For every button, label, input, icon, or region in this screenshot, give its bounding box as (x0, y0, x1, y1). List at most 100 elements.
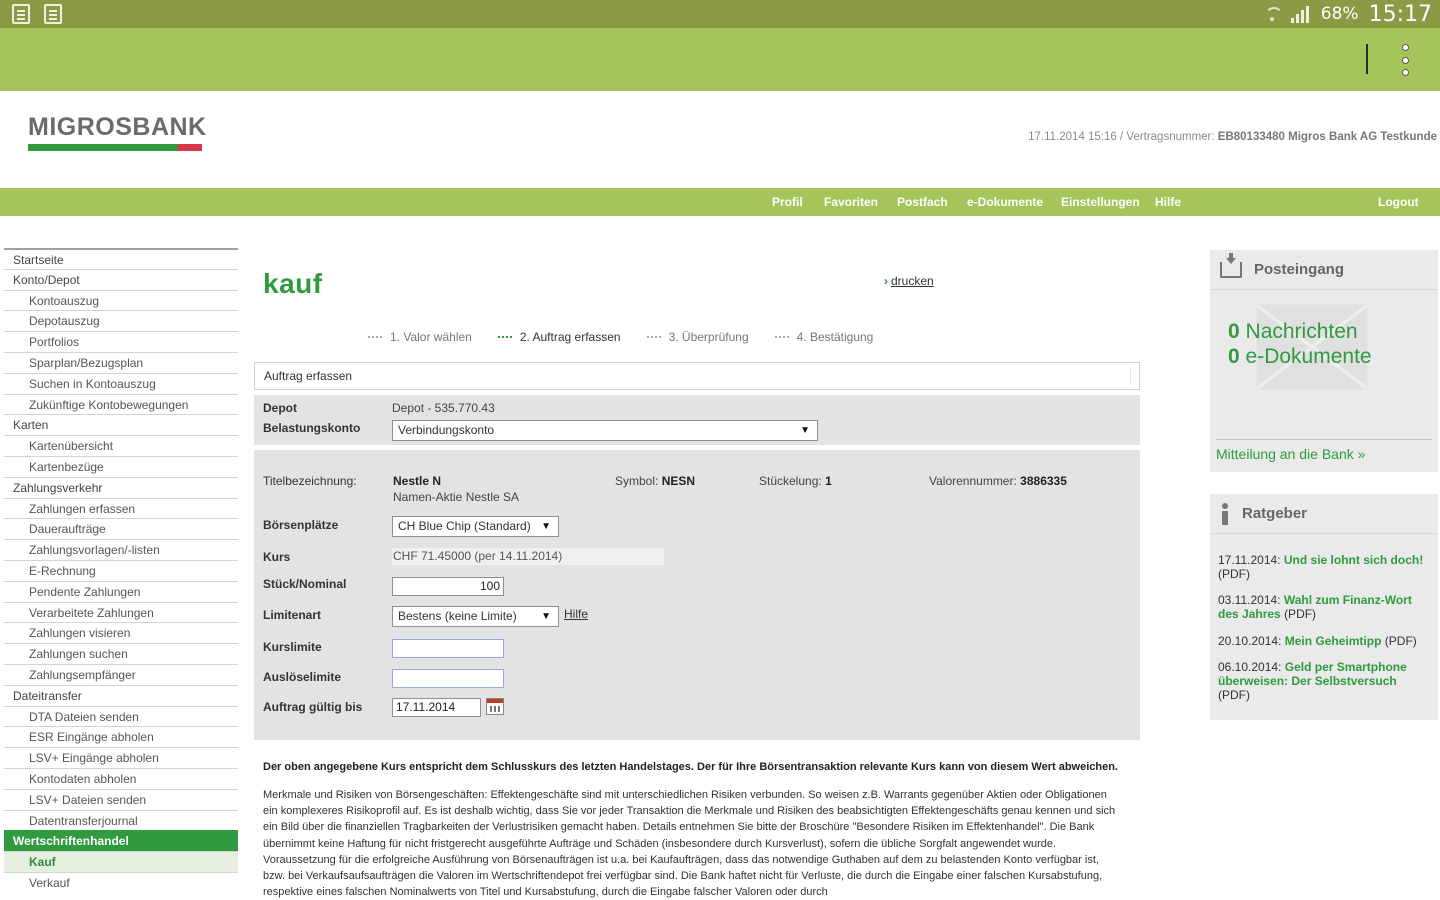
stueckelung-value: 1 (825, 474, 832, 488)
step-label: 4. Bestätigung (796, 330, 874, 344)
sidebar-item-zahlungen-visieren[interactable]: Zahlungen visieren (4, 622, 238, 643)
gueltig-bis-label: Auftrag gültig bis (263, 700, 363, 714)
sidebar-item-zahlungen-erfassen[interactable]: Zahlungen erfassen (4, 497, 238, 519)
stueckelung: Stückelung: 1 (759, 474, 832, 488)
ratgeber-item[interactable]: 20.10.2014: Mein Geheimtipp (PDF) (1218, 634, 1432, 648)
sidebar-item-zahlungsvorlagen-listen[interactable]: Zahlungsvorlagen/-listen (4, 539, 238, 560)
symbol-label: Symbol: (615, 474, 659, 488)
sidebar-item-datentransferjournal[interactable]: Datentransferjournal (4, 809, 238, 831)
sidebar-navigation: Startseite Konto/Depot Kontoauszug Depotaus… (4, 248, 238, 893)
sidebar-item-zahlungsverkehr[interactable]: Zahlungsverkehr (4, 476, 238, 498)
dokumente-count[interactable]: 0 e-Dokumente (1228, 345, 1372, 369)
boersenplaetze-select[interactable]: CH Blue Chip (Standard) ▼ (392, 516, 559, 537)
sidebar-item-kontoauszug[interactable]: Kontoauszug (4, 289, 238, 311)
battery-level: 68% (1320, 4, 1359, 24)
news-title: Und sie lohnt sich doch! (1283, 553, 1424, 567)
nav-einstellungen[interactable]: Einstellungen (1061, 195, 1140, 209)
step-auftrag-erfassen: 2. Auftrag erfassen (497, 330, 621, 344)
dropdown-arrow-icon: ▼ (541, 521, 551, 532)
session-date-contract-label: 17.11.2014 15:16 / Vertragsnummer: (1028, 131, 1215, 143)
nav-profil[interactable]: Profil (772, 195, 803, 209)
news-suffix: (PDF) (1218, 567, 1250, 581)
sidebar-item-zahlungsempfanger[interactable]: Zahlungsempfänger (4, 663, 238, 685)
inbox-download-icon (1220, 252, 1242, 278)
sidebar-item-wertschriftenhandel[interactable]: Wertschriftenhandel (4, 830, 238, 852)
notification-icon (12, 4, 30, 24)
sidebar-item-pendente-zahlungen[interactable]: Pendente Zahlungen (4, 580, 238, 602)
sidebar-item-lsv-eingange-abholen[interactable]: LSV+ Eingänge abholen (4, 747, 238, 768)
titel-label: Titelbezeichnung: (263, 474, 357, 488)
step-valor-waehlen: 1. Valor wählen (368, 330, 472, 344)
nav-postfach[interactable]: Postfach (897, 195, 948, 209)
nav-favoriten[interactable]: Favoriten (824, 195, 878, 209)
clock: 15:17 (1368, 1, 1432, 27)
sidebar-item-dta-dateien-senden[interactable]: DTA Dateien senden (4, 705, 238, 727)
ratgeber-item[interactable]: 03.11.2014: Wahl zum Finanz-Wort des Jah… (1218, 593, 1432, 621)
belastungskonto-value: Verbindungskonto (398, 423, 495, 437)
step-dots (368, 336, 382, 338)
sidebar-item-depotauszug[interactable]: Depotauszug (4, 310, 238, 331)
page-title: kauf (263, 268, 323, 299)
risk-disclaimer: Merkmale und Risiken von Börsengeschäfte… (263, 789, 1116, 899)
order-panel: Titelbezeichnung: Nestle N Namen-Aktie N… (254, 450, 1140, 740)
sidebar-item-portfolios[interactable]: Portfolios (4, 331, 238, 352)
sidebar-item-karten[interactable]: Karten (4, 414, 238, 435)
sidebar-item-verarbeitete-zahlungen[interactable]: Verarbeitete Zahlungen (4, 601, 238, 623)
sidebar-item-zukunftige-kontobewegungen[interactable]: Zukünftige Kontobewegungen (4, 393, 238, 415)
overflow-menu-icon[interactable] (1400, 45, 1410, 75)
print-link[interactable]: › drucken (884, 274, 934, 288)
belastungskonto-label: Belastungskonto (263, 421, 361, 435)
sidebar-item-kontodaten-abholen[interactable]: Kontodaten abholen (4, 767, 238, 789)
dropdown-arrow-icon: ▼ (541, 611, 551, 622)
sidebar-item-suchen-in-kontoauszug[interactable]: Suchen in Kontoauszug (4, 372, 238, 394)
nachrichten-count[interactable]: 0 Nachrichten (1228, 320, 1358, 344)
migrosbank-logo[interactable]: MIGROSBANK (28, 113, 207, 154)
sidebar-item-kartenbezuge[interactable]: Kartenbezüge (4, 455, 238, 477)
sidebar-item-kartenubersicht[interactable]: Kartenübersicht (4, 435, 238, 456)
boersenplaetze-label: Börsenplätze (263, 518, 339, 532)
dokumente-label: e-Dokumente (1245, 345, 1372, 368)
nav-logout[interactable]: Logout (1378, 195, 1419, 209)
belastungskonto-select[interactable]: Verbindungskonto ▼ (392, 420, 818, 441)
sidebar-item-startseite[interactable]: Startseite (4, 248, 238, 269)
nachrichten-number: 0 (1228, 320, 1240, 343)
kurslimite-input[interactable] (392, 639, 504, 658)
sidebar-item-dauerauftrage[interactable]: Daueraufträge (4, 518, 238, 539)
sidebar-item-esr-eingange-abholen[interactable]: ESR Eingänge abholen (4, 726, 238, 747)
section-header: Auftrag erfassen (254, 362, 1140, 390)
sidebar-item-verkauf[interactable]: Verkauf (4, 871, 238, 893)
stueck-nominal-label: Stück/Nominal (263, 577, 347, 591)
gueltig-bis-input[interactable]: 17.11.2014 (392, 698, 481, 717)
sidebar-item-zahlungen-suchen[interactable]: Zahlungen suchen (4, 643, 238, 664)
nav-hilfe[interactable]: Hilfe (1155, 195, 1181, 209)
ratgeber-item[interactable]: 17.11.2014: Und sie lohnt sich doch! (PDF… (1218, 553, 1432, 581)
recycle-notification-icon (44, 4, 62, 24)
price-notice: Der oben angegebene Kurs entspricht dem … (263, 761, 1118, 773)
sidebar-item-konto-depot[interactable]: Konto/Depot (4, 268, 238, 290)
calendar-icon[interactable] (486, 698, 504, 715)
wizard-steps: 1. Valor wählen 2. Auftrag erfassen 3. Ü… (368, 330, 873, 344)
limitenart-help-link[interactable]: Hilfe (564, 607, 588, 621)
account-panel: Depot Depot - 535.770.43 Belastungskonto… (254, 395, 1140, 445)
sidebar-item-sparplan-bezugsplan[interactable]: Sparplan/Bezugsplan (4, 351, 238, 373)
step-dots (774, 336, 789, 338)
nav-e-dokumente[interactable]: e-Dokumente (967, 195, 1043, 209)
valorennummer-label: Valorennummer: (929, 474, 1017, 488)
dropdown-arrow-icon: ▼ (800, 425, 810, 436)
app-action-bar (0, 28, 1440, 91)
mitteilung-link[interactable]: Mitteilung an die Bank » (1216, 446, 1365, 462)
valorennummer-value: 3886335 (1020, 474, 1067, 488)
chevron-right-icon: › (884, 274, 888, 288)
limitenart-select[interactable]: Bestens (keine Limite) ▼ (392, 606, 559, 627)
kurslimite-label: Kurslimite (263, 640, 322, 654)
sidebar-item-dateitransfer[interactable]: Dateitransfer (4, 684, 238, 706)
contract-number: EB80133480 Migros Bank AG Testkunde (1217, 131, 1437, 143)
sidebar-item-lsv-dateien-senden[interactable]: LSV+ Dateien senden (4, 788, 238, 810)
ratgeber-item[interactable]: 06.10.2014: Geld per Smartphone überweis… (1218, 660, 1432, 702)
step-dots (497, 336, 512, 338)
sidebar-item-e-rechnung[interactable]: E-Rechnung (4, 559, 238, 581)
ausloeselimite-input[interactable] (392, 669, 504, 688)
logo-text: MIGROSBANK (28, 113, 207, 141)
sidebar-item-kauf[interactable]: Kauf (4, 851, 238, 872)
stueck-nominal-input[interactable]: 100 (392, 577, 504, 596)
